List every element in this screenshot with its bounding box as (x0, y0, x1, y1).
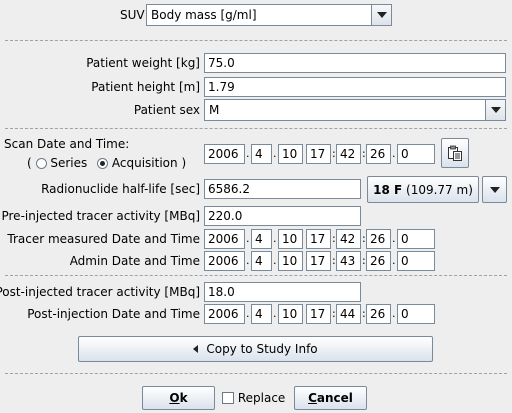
admin-ms-field[interactable]: 0 (397, 251, 435, 271)
measured-day-field[interactable]: 10 (278, 229, 303, 249)
scan-hour-field[interactable]: 17 (306, 144, 331, 164)
post-day-field[interactable]: 10 (278, 304, 303, 324)
admin-datetime-label: Admin Date and Time (69, 254, 200, 268)
patient-sex-select[interactable]: M (204, 99, 506, 121)
clipboard-icon (448, 145, 462, 161)
chevron-down-icon[interactable] (371, 5, 391, 25)
replace-checkbox[interactable] (222, 392, 234, 404)
patient-weight-field[interactable]: 75.0 (204, 53, 506, 73)
post-second-field[interactable]: 26 (366, 304, 391, 324)
post-month-field[interactable]: 4 (251, 304, 272, 324)
suv-label: SUV (120, 8, 145, 22)
post-activity-field[interactable]: 18.0 (204, 282, 361, 302)
radio-acquisition-label[interactable]: Acquisition (112, 156, 178, 170)
isotope-dropdown-button[interactable] (482, 176, 507, 203)
isotope-button[interactable]: 18 F (109.77 m) (367, 176, 479, 203)
measured-ms-field[interactable]: 0 (397, 229, 435, 249)
patient-sex-value: M (209, 103, 220, 117)
copy-to-study-info-label: Copy to Study Info (206, 342, 318, 356)
chevron-down-icon[interactable] (485, 100, 505, 120)
post-ms-field[interactable]: 0 (397, 304, 435, 324)
arrow-left-icon (193, 345, 199, 353)
measured-hour-field[interactable]: 17 (306, 229, 331, 249)
separator (5, 128, 507, 129)
scan-ms-field[interactable]: 0 (397, 144, 435, 164)
copy-datetime-button[interactable] (441, 138, 469, 168)
isotope-half-life: (109.77 m) (406, 182, 473, 197)
isotope-name: 18 F (373, 182, 403, 197)
chevron-down-icon (489, 186, 500, 193)
post-year-field[interactable]: 2006 (204, 304, 245, 324)
pre-activity-label: Pre-injected tracer activity [MBq] (1, 209, 200, 223)
patient-height-field[interactable]: 1.79 (204, 77, 506, 97)
replace-label[interactable]: Replace (238, 391, 285, 405)
post-hour-field[interactable]: 17 (306, 304, 331, 324)
measured-month-field[interactable]: 4 (251, 229, 272, 249)
scan-day-field[interactable]: 10 (278, 144, 303, 164)
measured-minute-field[interactable]: 42 (336, 229, 361, 249)
admin-day-field[interactable]: 10 (278, 251, 303, 271)
patient-height-label: Patient height [m] (91, 80, 200, 94)
ok-button[interactable]: Ok (142, 386, 215, 410)
scan-year-field[interactable]: 2006 (204, 144, 245, 164)
scan-month-field[interactable]: 4 (251, 144, 272, 164)
separator (5, 40, 507, 41)
post-minute-field[interactable]: 44 (336, 304, 361, 324)
admin-minute-field[interactable]: 43 (336, 251, 361, 271)
separator (5, 275, 507, 276)
measured-datetime-label: Tracer measured Date and Time (7, 232, 200, 246)
radionuclide-label: Radionuclide half-life [sec] (41, 182, 200, 196)
scan-minute-field[interactable]: 42 (336, 144, 361, 164)
separator (5, 373, 507, 374)
measured-second-field[interactable]: 26 (366, 229, 391, 249)
radio-series-label[interactable]: Series (50, 156, 87, 170)
admin-hour-field[interactable]: 17 (306, 251, 331, 271)
patient-weight-label: Patient weight [kg] (86, 56, 200, 70)
half-life-field[interactable]: 6586.2 (204, 179, 361, 199)
pre-activity-field[interactable]: 220.0 (204, 206, 361, 226)
admin-year-field[interactable]: 2006 (204, 251, 245, 271)
admin-month-field[interactable]: 4 (251, 251, 272, 271)
post-datetime-label: Post-injection Date and Time (27, 307, 200, 321)
radio-series[interactable] (35, 158, 47, 169)
suv-select-value: Body mass [g/ml] (151, 8, 257, 22)
copy-to-study-info-button[interactable]: Copy to Study Info (78, 336, 433, 362)
admin-second-field[interactable]: 26 (366, 251, 391, 271)
patient-sex-label: Patient sex (133, 103, 200, 117)
post-activity-label: Post-injected tracer activity [MBq] (0, 285, 200, 299)
cancel-button[interactable]: Cancel (294, 386, 367, 410)
radio-acquisition[interactable] (97, 158, 109, 169)
suv-select[interactable]: Body mass [g/ml] (146, 4, 392, 26)
replace-checkbox-group[interactable]: Replace (222, 389, 285, 407)
scan-datetime-label: Scan Date and Time: (4, 137, 130, 151)
scan-source-radio-group: ( Series Acquisition ) (27, 156, 187, 170)
scan-second-field[interactable]: 26 (366, 144, 391, 164)
measured-year-field[interactable]: 2006 (204, 229, 245, 249)
